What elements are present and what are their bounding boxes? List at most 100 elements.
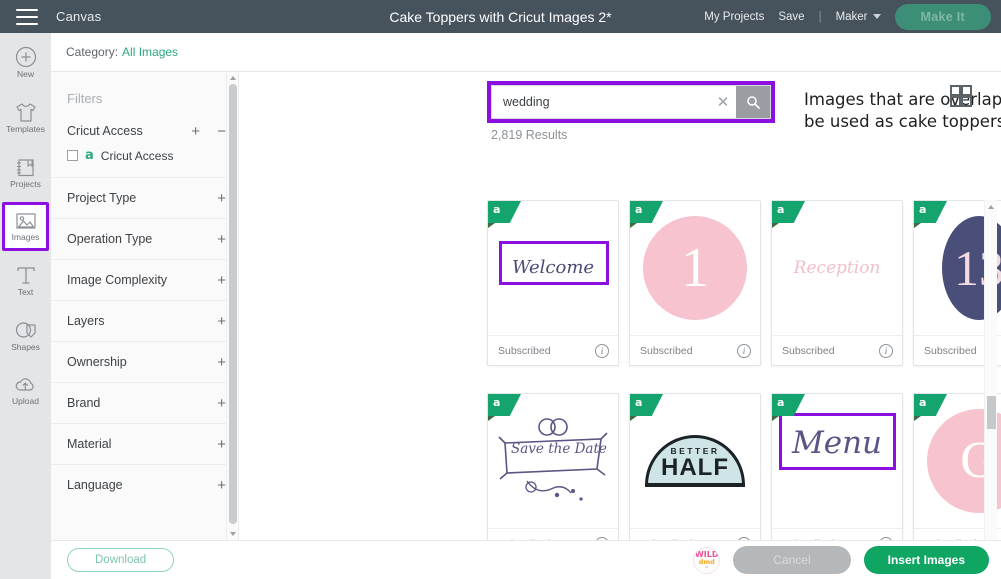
artwork-text: Menu (791, 425, 883, 461)
text-icon (16, 267, 35, 284)
image-card-save-the-date[interactable]: Save the Date a Subscribed i (487, 393, 619, 559)
sidebar-item-label: Images (11, 231, 40, 242)
info-icon[interactable]: i (879, 344, 893, 358)
status-badge: Subscribed (640, 345, 693, 357)
filter-group-label: Cricut Access (67, 124, 143, 138)
filter-group-language[interactable]: Language + (51, 464, 238, 505)
filter-group-material[interactable]: Material + (51, 423, 238, 464)
collapse-icon[interactable]: − (217, 124, 226, 139)
filter-group-project-type[interactable]: Project Type + (51, 177, 238, 218)
footer-actions: WILD dmd •• Cancel Insert Images (693, 546, 1001, 574)
results-scrollbar[interactable] (984, 200, 997, 571)
category-label: Category: (66, 45, 119, 59)
search-bar: ✕ (491, 85, 771, 119)
info-icon[interactable]: i (595, 344, 609, 358)
filter-group-label: Ownership (67, 355, 127, 369)
cancel-button[interactable]: Cancel (733, 546, 851, 574)
sidebar-item-label: Shapes (11, 341, 40, 352)
sidebar-item-templates[interactable]: Templates (0, 92, 51, 143)
sidebar-item-upload[interactable]: Upload (0, 365, 51, 416)
scrollbar-thumb[interactable] (229, 84, 237, 524)
image-card-number-1[interactable]: 1 a Subscribed i (629, 200, 761, 366)
expand-icon[interactable]: + (217, 437, 226, 452)
hamburger-icon[interactable] (16, 8, 38, 25)
cricut-access-checkbox[interactable] (67, 150, 78, 161)
scrollbar-thumb[interactable] (987, 396, 996, 429)
expand-icon[interactable]: + (217, 191, 226, 206)
filter-group-label: Material (67, 437, 112, 451)
cricut-access-icon: a (85, 148, 94, 163)
sidebar-item-label: Text (17, 286, 34, 297)
panel-body: Filters Cricut Access + − a Cricut Acces… (51, 72, 1001, 579)
image-card-reception[interactable]: Reception a Subscribed i (771, 200, 903, 366)
artwork-text: Save the Date (511, 441, 607, 457)
category-value[interactable]: All Images (122, 45, 178, 59)
search-highlight-wrap: ✕ (487, 81, 775, 123)
top-bar-actions: My Projects Save | Maker Make It (704, 3, 1001, 30)
cricut-access-badge: a (772, 201, 805, 228)
image-card-menu[interactable]: Menu a Subscribed i (771, 393, 903, 559)
filter-group-cricut-access[interactable]: Cricut Access + − (51, 120, 238, 146)
expand-icon[interactable]: + (217, 396, 226, 411)
scroll-up-icon[interactable] (230, 76, 236, 80)
filter-option-cricut-access[interactable]: a Cricut Access (51, 146, 238, 177)
cricut-access-badge: a (772, 394, 805, 421)
filters-scrollbar[interactable] (226, 72, 238, 540)
download-button[interactable]: Download (67, 548, 175, 572)
artwork-text-main: HALF (661, 454, 729, 481)
filter-group-brand[interactable]: Brand + (51, 382, 238, 423)
make-it-button[interactable]: Make It (894, 3, 991, 30)
brand-logo-icon: WILD dmd •• (693, 546, 721, 574)
search-input[interactable] (492, 86, 710, 118)
sidebar-item-shapes[interactable]: Shapes (0, 310, 51, 361)
insert-images-button[interactable]: Insert Images (863, 546, 989, 574)
tshirt-icon (15, 103, 36, 122)
filters-title: Filters (67, 91, 103, 106)
sidebar-item-label: New (16, 69, 34, 80)
filter-group-image-complexity[interactable]: Image Complexity + (51, 259, 238, 300)
cricut-design-space-window: Canvas Cake Toppers with Cricut Images 2… (0, 0, 1001, 579)
images-panel: Category: All Images Filters Cricut Acce… (51, 33, 1001, 579)
card-footer: Subscribed i (488, 335, 618, 366)
filter-group-operation-type[interactable]: Operation Type + (51, 218, 238, 259)
chevron-down-icon (872, 14, 881, 19)
expand-icon[interactable]: + (191, 124, 200, 139)
filter-group-ownership[interactable]: Ownership + (51, 341, 238, 382)
sidebar-item-images[interactable]: Images (2, 202, 49, 251)
category-bar: Category: All Images (51, 33, 1001, 72)
canvas-label[interactable]: Canvas (56, 9, 101, 24)
sidebar-item-label: Upload (12, 396, 39, 407)
sidebar-item-text[interactable]: Text (0, 255, 51, 306)
filter-group-label: Operation Type (67, 232, 153, 246)
card-footer: Subscribed i (772, 335, 902, 366)
my-projects-link[interactable]: My Projects (704, 11, 764, 23)
status-badge: Subscribed (498, 345, 551, 357)
expand-icon[interactable]: + (217, 273, 226, 288)
shapes-icon (15, 322, 36, 338)
close-x-icon[interactable]: ✕ (710, 86, 736, 118)
filter-group-layers[interactable]: Layers + (51, 300, 238, 341)
save-button[interactable]: Save (778, 11, 804, 23)
left-tool-rail: New Templates Projects Images Text Shape… (0, 33, 51, 579)
brand-logo-line-3: •• (705, 564, 708, 569)
expand-icon[interactable]: + (217, 314, 226, 329)
expand-icon[interactable]: + (217, 478, 226, 493)
badge-letter: a (919, 203, 927, 216)
filter-group-label: Image Complexity (67, 273, 168, 287)
badge-letter: a (493, 396, 501, 409)
image-card-better-half[interactable]: BETTER HALF a Subscribed i (629, 393, 761, 559)
magnifier-icon (747, 96, 760, 109)
sidebar-item-projects[interactable]: Projects (0, 147, 51, 198)
expand-icon[interactable]: + (217, 355, 226, 370)
image-card-welcome[interactable]: Welcome a Subscribed i (487, 200, 619, 366)
scroll-down-icon[interactable] (230, 532, 236, 536)
info-icon[interactable]: i (737, 344, 751, 358)
grid-view-icon[interactable] (949, 84, 973, 113)
badge-letter: a (635, 203, 643, 216)
machine-selector[interactable]: Maker (836, 11, 881, 23)
expand-icon[interactable]: + (217, 232, 226, 247)
sidebar-item-new[interactable]: New (0, 37, 51, 88)
search-button[interactable] (736, 86, 770, 118)
scroll-up-icon[interactable] (988, 205, 994, 209)
cricut-access-badge: a (914, 201, 947, 228)
